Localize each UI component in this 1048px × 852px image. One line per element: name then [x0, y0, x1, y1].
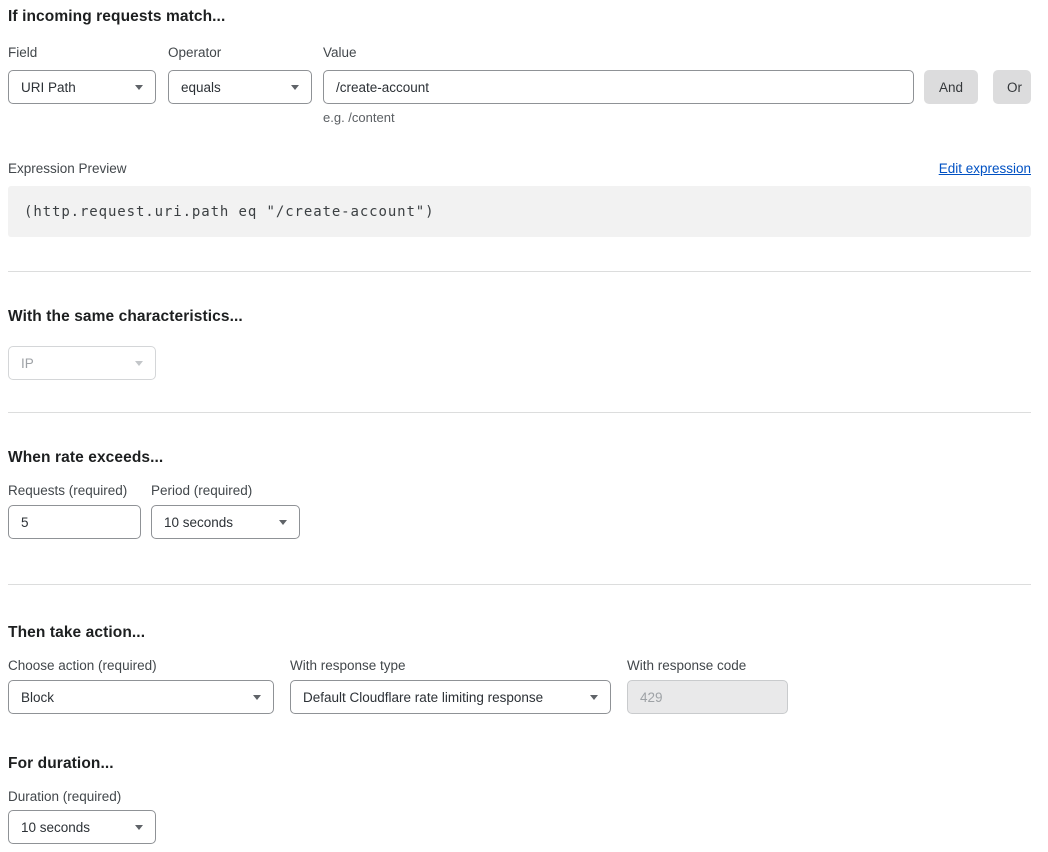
- chevron-down-icon: [253, 695, 261, 700]
- period-select[interactable]: 10 seconds: [151, 505, 300, 539]
- response-type-select[interactable]: Default Cloudflare rate limiting respons…: [290, 680, 611, 714]
- action-select-value: Block: [21, 690, 54, 705]
- section-divider: [8, 584, 1031, 585]
- period-select-value: 10 seconds: [164, 515, 233, 530]
- characteristic-select: IP: [8, 346, 156, 380]
- response-code-input: [627, 680, 788, 714]
- requests-input[interactable]: [8, 505, 141, 539]
- section-divider: [8, 271, 1031, 272]
- choose-action-label: Choose action (required): [8, 658, 274, 673]
- response-code-label: With response code: [627, 658, 746, 673]
- section-divider: [8, 412, 1031, 413]
- and-button[interactable]: And: [924, 70, 978, 104]
- match-section-title: If incoming requests match...: [8, 8, 1031, 26]
- rate-limit-rule-form: If incoming requests match... Field Oper…: [0, 0, 1048, 852]
- value-label: Value: [323, 45, 1031, 60]
- chevron-down-icon: [291, 85, 299, 90]
- operator-label: Operator: [168, 45, 312, 60]
- requests-label: Requests (required): [8, 483, 141, 498]
- chevron-down-icon: [279, 520, 287, 525]
- duration-section-title: For duration...: [8, 755, 1031, 773]
- field-select[interactable]: URI Path: [8, 70, 156, 104]
- expression-preview-label: Expression Preview: [8, 161, 127, 176]
- duration-label: Duration (required): [8, 789, 1031, 804]
- chevron-down-icon: [135, 361, 143, 366]
- value-hint: e.g. /content: [323, 110, 1031, 125]
- action-select[interactable]: Block: [8, 680, 274, 714]
- period-label: Period (required): [151, 483, 252, 498]
- or-button[interactable]: Or: [993, 70, 1031, 104]
- characteristic-select-value: IP: [21, 356, 34, 371]
- operator-select-value: equals: [181, 80, 221, 95]
- rate-section-title: When rate exceeds...: [8, 449, 1031, 467]
- response-type-select-value: Default Cloudflare rate limiting respons…: [303, 690, 543, 705]
- response-type-label: With response type: [290, 658, 611, 673]
- expression-code: (http.request.uri.path eq "/create-accou…: [24, 204, 434, 220]
- field-label: Field: [8, 45, 156, 60]
- value-input[interactable]: [323, 70, 914, 104]
- edit-expression-link[interactable]: Edit expression: [939, 161, 1031, 176]
- field-select-value: URI Path: [21, 80, 76, 95]
- chevron-down-icon: [135, 85, 143, 90]
- duration-select[interactable]: 10 seconds: [8, 810, 156, 844]
- chevron-down-icon: [135, 825, 143, 830]
- chevron-down-icon: [590, 695, 598, 700]
- expression-preview-block: (http.request.uri.path eq "/create-accou…: [8, 186, 1031, 237]
- action-section-title: Then take action...: [8, 624, 1031, 642]
- operator-select[interactable]: equals: [168, 70, 312, 104]
- characteristics-section-title: With the same characteristics...: [8, 308, 1031, 326]
- duration-select-value: 10 seconds: [21, 820, 90, 835]
